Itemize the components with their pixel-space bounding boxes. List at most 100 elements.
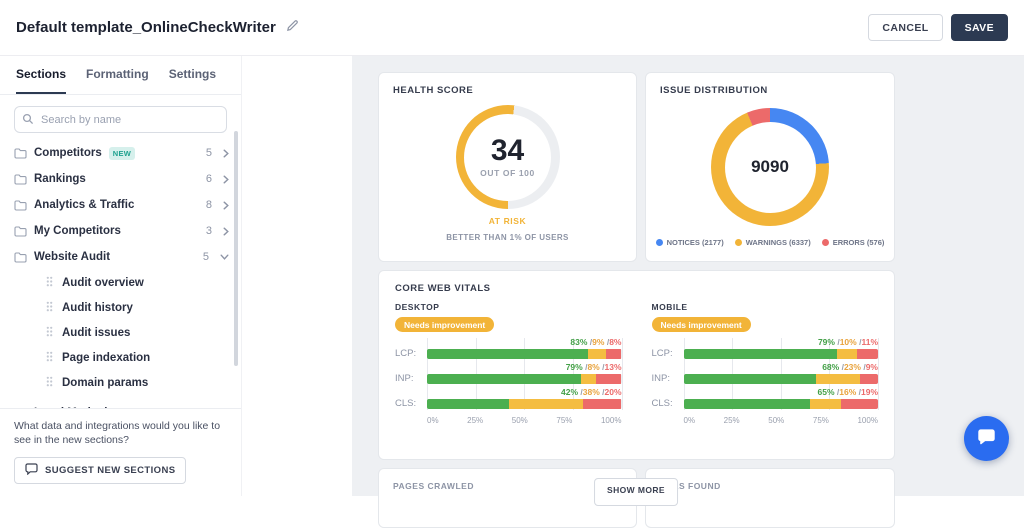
folder-label: My Competitors <box>34 225 121 237</box>
chevron-right-icon[interactable] <box>223 149 229 158</box>
drag-handle-icon[interactable] <box>46 324 53 342</box>
pct-py: 9% <box>592 337 604 347</box>
pct-pr: 13% <box>604 362 621 372</box>
metric-values: 68% /23% /9% <box>684 361 879 373</box>
cwv-metric-inp: 79% /8% /13%INP: <box>427 361 622 384</box>
tab-sections[interactable]: Sections <box>16 56 66 94</box>
save-button[interactable]: SAVE <box>951 14 1008 41</box>
cwv-plot: 83% /9% /8%LCP:79% /8% /13%INP:42% /38% … <box>427 336 622 425</box>
pct-pg: 79% <box>818 337 835 347</box>
sidebar-item-website-audit[interactable]: Website Audit 5 <box>0 244 241 270</box>
sidebar-item-rankings[interactable]: Rankings6 <box>0 166 241 192</box>
sidebar-item-analytics-traffic[interactable]: Analytics & Traffic 8 <box>0 192 241 218</box>
section-label: Domain params <box>62 377 148 389</box>
sidebar-footer: What data and integrations would you lik… <box>0 408 241 496</box>
bar-segment <box>606 349 622 359</box>
drag-handle-icon[interactable] <box>46 349 53 367</box>
chevron-right-icon[interactable] <box>223 175 229 184</box>
drag-handle-icon[interactable] <box>46 374 53 392</box>
cwv-metric-inp: 68% /23% /9%INP: <box>684 361 879 384</box>
metric-label: CLS: <box>652 398 673 409</box>
bar-segment <box>596 374 621 384</box>
axis-tick: 75% <box>556 416 572 425</box>
chevron-down-icon[interactable] <box>220 254 229 260</box>
chevron-right-icon[interactable] <box>223 201 229 210</box>
health-score-gauge: 34 OUT OF 100 <box>456 105 560 209</box>
new-badge: NEW <box>109 147 135 160</box>
bar-segment <box>857 349 878 359</box>
sections-sidebar: Sections Formatting Settings CompetitorsNE… <box>0 56 242 496</box>
tab-settings[interactable]: Settings <box>169 56 216 94</box>
legend-item-warnings-6337: WARNINGS (6337) <box>735 238 811 247</box>
report-preview: HEALTH SCORE 34 OUT OF 100 AT RISK BETTE… <box>352 56 1024 496</box>
pct-pg: 65% <box>817 387 834 397</box>
suggest-button-label: SUGGEST NEW SECTIONS <box>45 465 175 476</box>
legend-label: NOTICES (2177) <box>667 238 724 247</box>
bar-segment <box>509 399 583 409</box>
legend-dot <box>735 239 742 246</box>
drag-handle-icon[interactable] <box>46 274 53 292</box>
stacked-bar <box>427 349 622 359</box>
health-gauge-center: 34 OUT OF 100 <box>464 114 551 201</box>
issue-total-value: 9090 <box>751 157 789 177</box>
legend-dot <box>822 239 829 246</box>
bar-segment <box>837 349 856 359</box>
folder-count: 8 <box>206 199 212 211</box>
cwv-metric-lcp: 79% /10% /11%LCP: <box>684 336 879 359</box>
legend-item-notices-2177: NOTICES (2177) <box>656 238 724 247</box>
bar-segment <box>581 374 597 384</box>
bar-segment <box>583 399 622 409</box>
section-label: Audit issues <box>62 327 130 339</box>
axis-tick: 50% <box>768 416 784 425</box>
cwv-metric-cls: 65% /16% /19%CLS: <box>684 386 879 409</box>
stacked-bar <box>427 374 622 384</box>
metric-values: 79% /10% /11% <box>684 336 879 348</box>
axis-tick: 0% <box>427 416 439 425</box>
pct-pg: 68% <box>822 362 839 372</box>
drag-handle-icon[interactable] <box>46 299 53 317</box>
folder-label: Analytics & Traffic <box>34 199 134 211</box>
sidebar-item-domain-params[interactable]: Domain params <box>0 370 241 395</box>
sidebar-item-my-competitors[interactable]: My Competitors3 <box>0 218 241 244</box>
chevron-right-icon[interactable] <box>223 227 229 236</box>
axis-tick: 25% <box>724 416 740 425</box>
chat-widget-button[interactable] <box>964 416 1009 461</box>
search-box <box>14 106 227 133</box>
core-web-vitals-card: CORE WEB VITALS DESKTOPNeeds improvement… <box>378 270 895 460</box>
tab-formatting[interactable]: Formatting <box>86 56 149 94</box>
bar-segment <box>684 374 816 384</box>
axis-tick: 100% <box>601 416 621 425</box>
pct-py: 38% <box>583 387 600 397</box>
issue-distribution-donut: 9090 <box>711 108 829 226</box>
folder-label: Website Audit <box>34 251 110 263</box>
cancel-button[interactable]: CANCEL <box>868 14 942 41</box>
health-comparison-label: BETTER THAN 1% OF USERS <box>393 233 622 242</box>
metric-label: LCP: <box>652 348 673 359</box>
folder-count: 5 <box>203 251 209 263</box>
folder-count: 6 <box>206 173 212 185</box>
folder-icon <box>14 148 27 159</box>
edit-title-button[interactable] <box>286 19 299 37</box>
bar-row: CLS: <box>427 399 622 409</box>
sidebar-scrollbar[interactable] <box>234 131 238 366</box>
pages-crawled-title: PAGES CRAWLED <box>393 481 622 491</box>
metric-values: 79% /8% /13% <box>427 361 622 373</box>
show-more-button[interactable]: SHOW MORE <box>594 478 678 506</box>
suggest-new-sections-button[interactable]: SUGGEST NEW SECTIONS <box>14 457 186 484</box>
pct-pg: 79% <box>566 362 583 372</box>
gridline <box>622 338 623 410</box>
sidebar-item-page-indexation[interactable]: Page indexation <box>0 345 241 370</box>
sidebar-item-competitors[interactable]: CompetitorsNEW5 <box>0 140 241 166</box>
sidebar-item-audit-issues[interactable]: Audit issues <box>0 320 241 345</box>
pct-pg: 83% <box>570 337 587 347</box>
legend-label: ERRORS (576) <box>833 238 885 247</box>
legend-item-errors-576: ERRORS (576) <box>822 238 885 247</box>
sidebar-item-audit-overview[interactable]: Audit overview <box>0 270 241 295</box>
bar-segment <box>684 399 810 409</box>
pct-pr: 20% <box>604 387 621 397</box>
folder-icon <box>14 200 27 211</box>
search-input[interactable] <box>14 106 227 133</box>
bar-segment <box>860 374 878 384</box>
metric-label: INP: <box>652 373 670 384</box>
sidebar-item-audit-history[interactable]: Audit history <box>0 295 241 320</box>
